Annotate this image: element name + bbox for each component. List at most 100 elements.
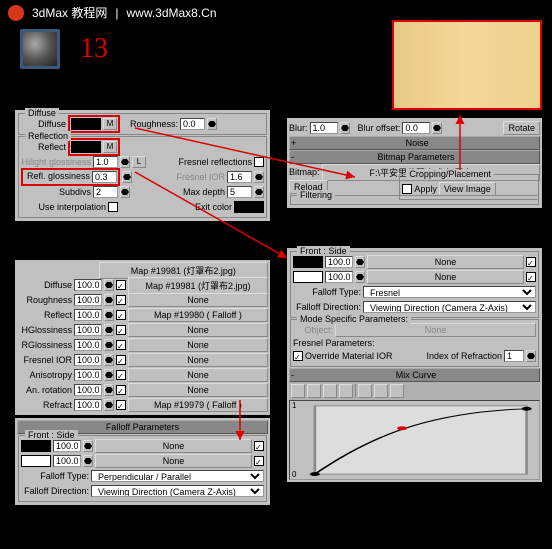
fresnel-refl-check[interactable] — [254, 157, 264, 167]
map-enable[interactable] — [116, 340, 126, 350]
f2-swatch1[interactable] — [293, 256, 323, 268]
f1-cb1[interactable] — [254, 441, 264, 451]
f1-type[interactable]: Perpendicular / Parallel — [91, 470, 264, 482]
crop-grp: Cropping/Placement — [406, 169, 494, 179]
fresnel-ior-input[interactable] — [227, 171, 252, 183]
view-image-btn[interactable]: View Image — [439, 182, 496, 196]
map-enable[interactable] — [116, 325, 126, 335]
map-slot[interactable]: None — [128, 353, 268, 367]
fior-spinner[interactable] — [254, 171, 264, 183]
bitmap-lbl: Bitmap: — [289, 167, 320, 177]
curve-move-icon[interactable] — [291, 384, 305, 398]
hgloss-input[interactable] — [93, 156, 118, 168]
curve-reset-icon[interactable] — [358, 384, 372, 398]
diffuse-swatch[interactable] — [71, 118, 101, 130]
f2-cb2[interactable] — [526, 272, 536, 282]
bitmap-params-hdr[interactable]: -Bitmap Parameters — [289, 150, 540, 164]
map-amount[interactable] — [74, 324, 102, 336]
map-slot[interactable]: None — [128, 293, 268, 307]
map-amount[interactable] — [74, 399, 102, 411]
mode-lbl: Mode Specific Parameters: — [297, 314, 411, 324]
bluroff-input[interactable] — [402, 122, 430, 134]
l-btn[interactable]: L — [132, 156, 146, 168]
map-enable[interactable] — [116, 370, 126, 380]
curve-del-icon[interactable] — [339, 384, 353, 398]
roughness-label: Roughness: — [130, 119, 178, 129]
map-enable[interactable] — [116, 280, 126, 290]
noise-hdr[interactable]: +Noise — [289, 136, 540, 150]
f2-dir[interactable]: Viewing Direction (Camera Z-Axis) — [363, 301, 536, 313]
map-slot[interactable]: Map #19980 ( Falloff ) — [128, 308, 268, 322]
hgloss-spinner[interactable] — [120, 156, 130, 168]
f2-type-lbl: Falloff Type: — [293, 287, 361, 297]
f1-v1[interactable] — [53, 440, 81, 452]
f1-swatch2[interactable] — [21, 455, 51, 467]
map-amount[interactable] — [74, 369, 102, 381]
map-amount[interactable] — [74, 384, 102, 396]
f1-v2[interactable] — [53, 455, 81, 467]
map-amount[interactable] — [74, 309, 102, 321]
f2-v1[interactable] — [325, 256, 353, 268]
override-lbl: Override Material IOR — [305, 351, 393, 361]
map-amount[interactable] — [74, 279, 102, 291]
f2-b1[interactable]: None — [367, 255, 524, 269]
apply-cb[interactable] — [402, 184, 412, 194]
map-enable[interactable] — [116, 385, 126, 395]
subdivs-spinner[interactable] — [120, 186, 130, 198]
map-slot[interactable]: None — [128, 323, 268, 337]
map-slot[interactable]: None — [128, 383, 268, 397]
material-preview[interactable] — [20, 29, 60, 69]
map-enable[interactable] — [116, 355, 126, 365]
f1-dir[interactable]: Viewing Direction (Camera Z-Axis) — [91, 485, 264, 497]
curve-add-icon[interactable] — [323, 384, 337, 398]
frontside-label: Front : Side — [25, 430, 78, 440]
map-slot[interactable]: Map #19979 ( Falloff ) — [128, 398, 268, 412]
useinterp-check[interactable] — [108, 202, 118, 212]
rgloss-input[interactable] — [92, 171, 117, 183]
maxdepth-spinner[interactable] — [254, 186, 264, 198]
f2-swatch2[interactable] — [293, 271, 323, 283]
reflect-map-btn[interactable]: M — [103, 141, 117, 153]
map-enable[interactable] — [116, 400, 126, 410]
subdivs-input[interactable] — [93, 186, 118, 198]
f1-dir-lbl: Falloff Direction: — [21, 486, 89, 496]
curve-zoom-icon[interactable] — [374, 384, 388, 398]
rotate-btn[interactable]: Rotate — [503, 121, 540, 135]
curve-pan-icon[interactable] — [390, 384, 404, 398]
map-amount[interactable] — [74, 354, 102, 366]
obj-lbl: Object: — [293, 325, 333, 335]
map-slot[interactable]: None — [128, 338, 268, 352]
map-slot[interactable]: None — [128, 368, 268, 382]
map-name: HGlossiness — [17, 325, 72, 335]
logo-icon — [8, 5, 24, 21]
f2-v2[interactable] — [325, 271, 353, 283]
blur-input[interactable] — [310, 122, 338, 134]
override-cb[interactable] — [293, 351, 303, 361]
map-amount[interactable] — [74, 294, 102, 306]
curve-scale-icon[interactable] — [307, 384, 321, 398]
diffuse-map-btn[interactable]: M — [103, 118, 117, 130]
f1-cb2[interactable] — [254, 456, 264, 466]
map-enable[interactable] — [116, 295, 126, 305]
roughness-spinner[interactable] — [207, 118, 217, 130]
site-name: 3dMax 教程网 — [32, 4, 107, 21]
exitcolor-swatch[interactable] — [234, 201, 264, 213]
f2-cb1[interactable] — [526, 257, 536, 267]
f1-b2[interactable]: None — [95, 454, 252, 468]
exitcolor-label: Exit color — [195, 202, 232, 212]
rgloss-spinner[interactable] — [122, 171, 132, 183]
f1-swatch1[interactable] — [21, 440, 51, 452]
map-slot[interactable]: Map #19981 (灯罩布2.jpg) — [128, 277, 268, 294]
f1-b1[interactable]: None — [95, 439, 252, 453]
roughness-input[interactable] — [180, 118, 205, 130]
ior-input[interactable] — [504, 350, 524, 362]
f2-type[interactable]: Fresnel — [363, 286, 536, 298]
f2-b2[interactable]: None — [367, 270, 524, 284]
mixcurve-hdr[interactable]: -Mix Curve — [289, 368, 540, 382]
reflect-swatch[interactable] — [71, 141, 101, 153]
map-enable[interactable] — [116, 310, 126, 320]
curve-editor[interactable]: 1 0 — [289, 400, 540, 480]
map-amount[interactable] — [74, 339, 102, 351]
maxdepth-input[interactable] — [227, 186, 252, 198]
f1-type-lbl: Falloff Type: — [21, 471, 89, 481]
